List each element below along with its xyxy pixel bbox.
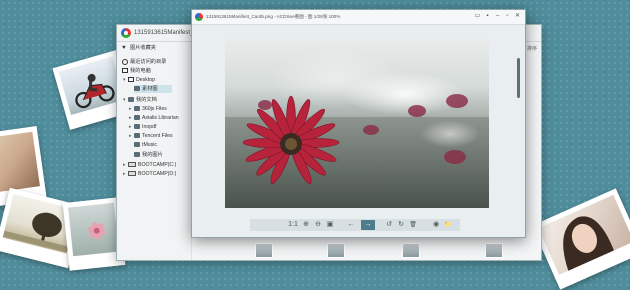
fullscreen-button[interactable]: ◉	[431, 220, 441, 230]
maximize-button[interactable]: ▫	[504, 13, 511, 20]
desktop-icon	[128, 77, 134, 83]
fit-window-button[interactable]: ▣	[325, 220, 335, 230]
nav-doc-item-label: 360js Files	[142, 106, 167, 112]
image-viewer-window: 1315913615Manifest_Card5.png - ACDSee看图 …	[191, 9, 526, 238]
nav-wallpaper[interactable]: 素材图	[134, 85, 172, 93]
nav-doc-item-label: Axialis Librarian	[142, 115, 179, 121]
nav-doc-item[interactable]: ▸ Inopdf	[129, 123, 156, 131]
skin-button[interactable]: ▪	[484, 13, 491, 20]
nav-doc-item[interactable]: ▸ Axialis Librarian	[129, 114, 179, 122]
explorer-title: 1315913615Manifest_C	[134, 30, 198, 36]
nav-favorites[interactable]: ♥ 图片收藏夹	[122, 44, 156, 52]
nav-recent-label: 最近访问的目录	[130, 59, 167, 65]
nav-recent[interactable]: 最近访问的目录	[122, 58, 166, 66]
nav-drive-label: BOOTCAMP(C:)	[138, 162, 177, 168]
viewer-title: 1315913615Manifest_Card5.png - ACDSee看图 …	[206, 14, 341, 19]
nav-computer-label: 我的电脑	[130, 68, 151, 74]
app-logo-icon	[121, 28, 131, 38]
heart-icon: ♥	[122, 44, 126, 51]
computer-icon	[122, 68, 128, 74]
displayed-photo	[225, 39, 489, 208]
nav-wallpaper-label: 素材图	[142, 86, 158, 92]
app-logo-icon	[195, 13, 203, 21]
photo-girl	[531, 188, 630, 290]
open-folder-button[interactable]: 📁	[443, 220, 453, 230]
rotate-left-button[interactable]: ↺	[384, 220, 394, 230]
folder-tree-sidebar: ♥ 图片收藏夹 最近访问的目录 我的电脑 ▾ Desktop 素材图 ▾ 我的文档 ▸…	[117, 42, 192, 260]
motorcycle-image	[75, 73, 115, 109]
nav-favorites-label: 图片收藏夹	[130, 45, 156, 51]
gerbera-flower-image	[225, 51, 489, 208]
viewer-toolbar: 1:1 ⊕ ⊖ ▣ ← → ↺ ↻ 🗑 ◉ 📁	[250, 219, 460, 231]
nav-documents-label: 我的文档	[136, 97, 157, 103]
rotate-right-button[interactable]: ↻	[396, 220, 406, 230]
scrollbar-thumb[interactable]	[517, 58, 520, 98]
thumbnail[interactable]	[485, 243, 503, 258]
drive-icon	[128, 171, 136, 177]
nav-doc-item-label: Tencent Files	[142, 133, 173, 139]
clock-icon	[122, 58, 128, 65]
folder-icon	[134, 142, 140, 148]
drive-icon	[128, 162, 136, 168]
nav-doc-item[interactable]: tMusic	[129, 141, 157, 149]
nav-drive-label: BOOTCAMP(D:)	[138, 171, 177, 177]
nav-pictures[interactable]: 我的图片	[129, 151, 163, 159]
thumbnail[interactable]	[255, 243, 273, 258]
minimize-button[interactable]: –	[494, 13, 501, 20]
pink-flower-image	[87, 221, 106, 240]
nav-drive[interactable]: ▸ BOOTCAMP(D:)	[123, 170, 176, 178]
close-button[interactable]: ✕	[514, 13, 521, 20]
nav-doc-item[interactable]: ▸ 360js Files	[129, 105, 167, 113]
folder-icon	[134, 115, 140, 121]
actual-size-button[interactable]: 1:1	[288, 220, 298, 230]
girl-image	[563, 216, 615, 272]
folder-icon	[134, 124, 140, 130]
thumbnail[interactable]	[327, 243, 345, 258]
thumbnail[interactable]	[402, 243, 420, 258]
folder-icon	[134, 133, 140, 139]
nav-doc-item-label: tMusic	[142, 142, 157, 148]
zoom-in-button[interactable]: ⊕	[301, 220, 311, 230]
delete-button[interactable]: 🗑	[408, 220, 418, 230]
nav-pictures-label: 我的图片	[142, 152, 163, 158]
zoom-out-button[interactable]: ⊖	[313, 220, 323, 230]
picture-folder-icon	[134, 152, 140, 158]
nav-computer[interactable]: 我的电脑	[122, 67, 151, 75]
folder-icon	[134, 106, 140, 112]
nav-doc-item[interactable]: ▸ Tencent Files	[129, 132, 173, 140]
nav-documents[interactable]: ▾ 我的文档	[123, 96, 157, 104]
nav-drive[interactable]: ▸ BOOTCAMP(C:)	[123, 161, 176, 169]
menu-button[interactable]: ▭	[474, 13, 481, 20]
nav-doc-item-label: Inopdf	[142, 124, 157, 130]
next-image-button[interactable]: →	[361, 220, 375, 230]
sort-button[interactable]: 排序	[527, 45, 537, 52]
thumbnail-strip	[247, 242, 537, 258]
nav-desktop[interactable]: ▾ Desktop	[123, 76, 155, 84]
folder-icon	[134, 86, 140, 92]
previous-image-button[interactable]: ←	[346, 220, 356, 230]
viewer-titlebar: 1315913615Manifest_Card5.png - ACDSee看图 …	[192, 10, 525, 25]
nav-desktop-label: Desktop	[136, 77, 156, 83]
folder-icon	[128, 97, 134, 103]
